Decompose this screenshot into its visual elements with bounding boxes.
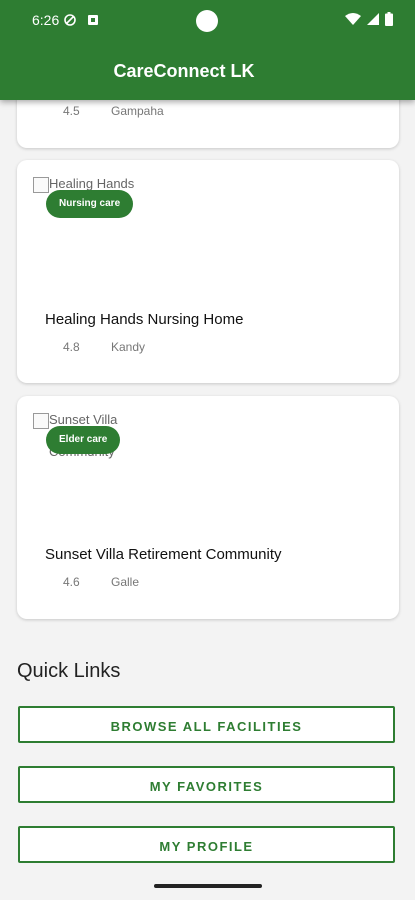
card-location: Kandy <box>111 340 146 354</box>
facility-card[interactable]: Sunset Villa Retirement Community Elder … <box>17 396 399 619</box>
my-profile-button[interactable]: MY PROFILE <box>18 826 395 863</box>
status-time: 6:26 <box>32 12 60 28</box>
location-off-icon <box>64 14 76 26</box>
card-location: Gampaha <box>111 104 164 118</box>
gesture-nav-handle[interactable] <box>154 884 262 888</box>
category-badge: Elder care <box>46 426 121 454</box>
app-bar: 6:26 CareConnect LK <box>0 0 415 100</box>
broken-image-icon <box>33 177 49 193</box>
broken-image-icon <box>33 413 49 429</box>
card-title: Sunset Villa Retirement Community <box>45 546 282 563</box>
status-bar: 6:26 <box>0 0 415 40</box>
card-meta: 4.6 Galle <box>63 575 139 589</box>
card-rating: 4.8 <box>63 340 80 354</box>
battery-icon <box>385 12 393 26</box>
wifi-icon <box>345 13 361 25</box>
app-title: CareConnect LK <box>113 61 255 81</box>
card-rating: 4.6 <box>63 575 80 589</box>
card-meta: 4.8 Kandy <box>63 340 145 354</box>
status-icons <box>345 12 393 26</box>
card-title: Healing Hands Nursing Home <box>45 311 244 328</box>
camera-cutout <box>196 10 218 32</box>
quick-links-title: Quick Links <box>17 660 121 682</box>
signal-icon <box>367 13 379 25</box>
browse-all-facilities-button[interactable]: BROWSE ALL FACILITIES <box>18 706 395 743</box>
my-favorites-button[interactable]: MY FAVORITES <box>18 766 395 803</box>
category-badge: Nursing care <box>46 190 134 218</box>
card-location: Galle <box>111 575 140 589</box>
download-icon <box>88 15 98 25</box>
facility-card[interactable]: Healing Hands Nursing Home Nursing care … <box>17 160 399 383</box>
card-rating: 4.5 <box>63 104 80 118</box>
card-meta: 4.5 Gampaha <box>63 104 164 118</box>
